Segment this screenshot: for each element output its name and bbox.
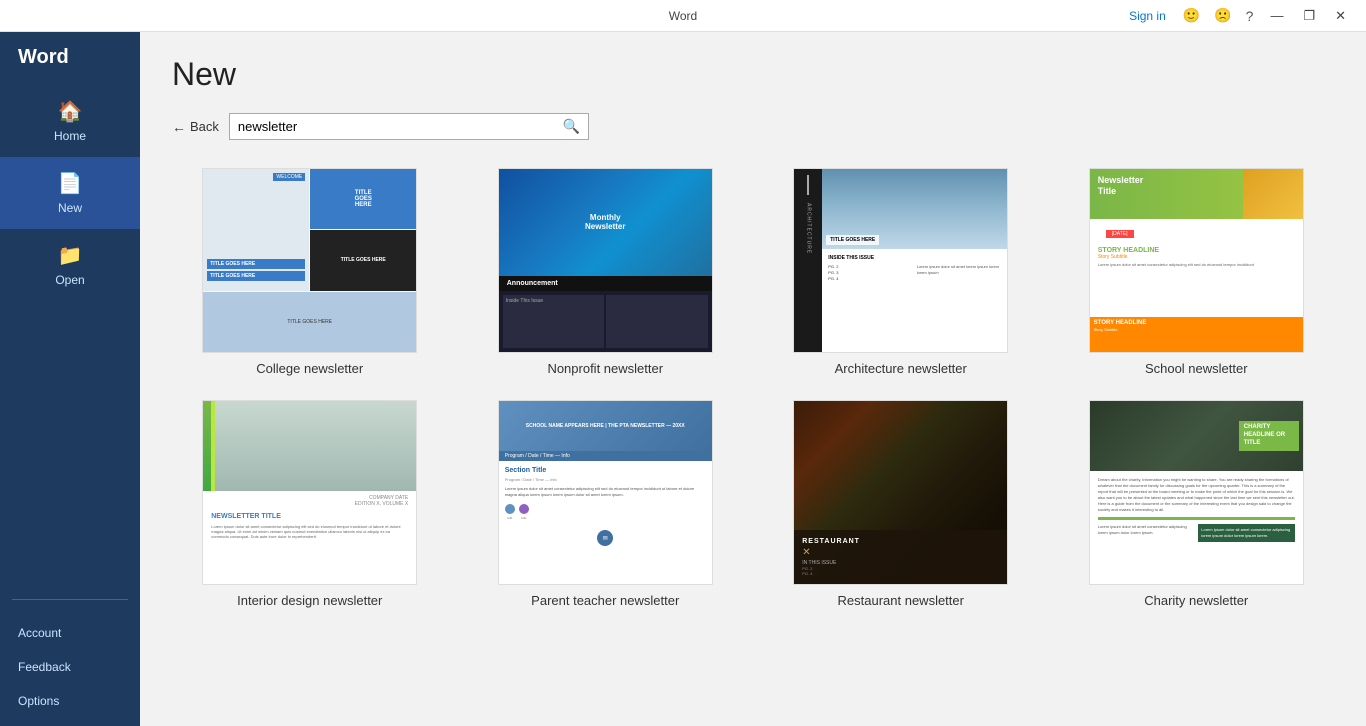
help-icon[interactable]: ? bbox=[1241, 6, 1259, 26]
sidebar-new-label: New bbox=[58, 201, 82, 215]
close-button[interactable]: ✕ bbox=[1327, 4, 1354, 28]
template-thumb-interior: COMPANY DATEEDITION X, VOLUME X NEWSLETT… bbox=[202, 400, 417, 585]
template-thumb-restaurant: RESTAURANT ✕ IN THIS ISSUE PG. 2PG. 4 bbox=[793, 400, 1008, 585]
search-bar: ← Back 🔍 bbox=[172, 113, 1334, 140]
open-icon: 📁 bbox=[58, 243, 83, 268]
sidebar-nav: 🏠 Home 📄 New 📁 Open bbox=[0, 85, 140, 591]
template-card-college[interactable]: WELCOME TITLE GOES HERE TITLE GOES HERE … bbox=[172, 168, 448, 376]
main-content: New ← Back 🔍 WELCOME bbox=[140, 32, 1366, 726]
sidebar-open-label: Open bbox=[55, 273, 84, 287]
sidebar: Word 🏠 Home 📄 New 📁 Open Account Feedbac… bbox=[0, 32, 140, 726]
template-card-school[interactable]: NewsletterTitle [DATE] STORY HEADLINE St… bbox=[1059, 168, 1335, 376]
template-label-charity: Charity newsletter bbox=[1144, 593, 1248, 608]
sidebar-bottom: Account Feedback Options bbox=[0, 608, 140, 726]
search-icon-button[interactable]: 🔍 bbox=[562, 118, 579, 135]
sign-in-button[interactable]: Sign in bbox=[1129, 9, 1166, 23]
sidebar-app-name: Word bbox=[0, 32, 140, 85]
template-grid: WELCOME TITLE GOES HERE TITLE GOES HERE … bbox=[172, 168, 1334, 608]
template-thumb-nonprofit: MonthlyNewsletter Announcement Inside Th… bbox=[498, 168, 713, 353]
app-container: Word 🏠 Home 📄 New 📁 Open Account Feedbac… bbox=[0, 32, 1366, 726]
sidebar-home-label: Home bbox=[54, 129, 86, 143]
template-thumb-college: WELCOME TITLE GOES HERE TITLE GOES HERE … bbox=[202, 168, 417, 353]
back-label: Back bbox=[190, 119, 219, 134]
sidebar-item-home[interactable]: 🏠 Home bbox=[0, 85, 140, 157]
sidebar-item-account[interactable]: Account bbox=[0, 616, 140, 650]
frown-icon[interactable]: 🙁 bbox=[1209, 5, 1236, 26]
sidebar-item-open[interactable]: 📁 Open bbox=[0, 229, 140, 301]
back-button[interactable]: ← Back bbox=[172, 119, 219, 135]
titlebar-controls: Sign in 🙂 🙁 ? — ❐ ✕ bbox=[1129, 4, 1354, 28]
template-thumb-parent-teacher: SCHOOL NAME APPEARS HERE | THE PTA NEWSL… bbox=[498, 400, 713, 585]
template-card-restaurant[interactable]: RESTAURANT ✕ IN THIS ISSUE PG. 2PG. 4 Re… bbox=[763, 400, 1039, 608]
minimize-button[interactable]: — bbox=[1262, 4, 1291, 27]
template-label-restaurant: Restaurant newsletter bbox=[838, 593, 964, 608]
sidebar-divider bbox=[12, 599, 128, 600]
template-card-charity[interactable]: CHARITY HEADLINE OR TITLE Dream about th… bbox=[1059, 400, 1335, 608]
template-card-interior[interactable]: COMPANY DATEEDITION X, VOLUME X NEWSLETT… bbox=[172, 400, 448, 608]
template-label-parent-teacher: Parent teacher newsletter bbox=[531, 593, 679, 608]
template-thumb-school: NewsletterTitle [DATE] STORY HEADLINE St… bbox=[1089, 168, 1304, 353]
template-card-nonprofit[interactable]: MonthlyNewsletter Announcement Inside Th… bbox=[468, 168, 744, 376]
smiley-icon[interactable]: 🙂 bbox=[1178, 5, 1205, 26]
search-input-wrap: 🔍 bbox=[229, 113, 589, 140]
template-label-architecture: Architecture newsletter bbox=[835, 361, 967, 376]
titlebar-app-name: Word bbox=[669, 9, 697, 23]
sidebar-item-new[interactable]: 📄 New bbox=[0, 157, 140, 229]
template-card-parent-teacher[interactable]: SCHOOL NAME APPEARS HERE | THE PTA NEWSL… bbox=[468, 400, 744, 608]
sidebar-item-feedback[interactable]: Feedback bbox=[0, 650, 140, 684]
template-label-school: School newsletter bbox=[1145, 361, 1248, 376]
template-thumb-architecture: ARCHITECTURE TITLE GOES HERE INSIDE THIS… bbox=[793, 168, 1008, 353]
new-icon: 📄 bbox=[58, 171, 83, 196]
titlebar: Word Sign in 🙂 🙁 ? — ❐ ✕ bbox=[0, 0, 1366, 32]
maximize-button[interactable]: ❐ bbox=[1295, 4, 1323, 28]
template-label-interior: Interior design newsletter bbox=[237, 593, 382, 608]
template-label-nonprofit: Nonprofit newsletter bbox=[547, 361, 663, 376]
page-title: New bbox=[172, 56, 1334, 93]
template-card-architecture[interactable]: ARCHITECTURE TITLE GOES HERE INSIDE THIS… bbox=[763, 168, 1039, 376]
template-thumb-charity: CHARITY HEADLINE OR TITLE Dream about th… bbox=[1089, 400, 1304, 585]
template-label-college: College newsletter bbox=[256, 361, 363, 376]
sidebar-item-options[interactable]: Options bbox=[0, 684, 140, 718]
search-input[interactable] bbox=[238, 119, 563, 134]
home-icon: 🏠 bbox=[58, 99, 83, 124]
back-arrow-icon: ← bbox=[172, 119, 186, 135]
